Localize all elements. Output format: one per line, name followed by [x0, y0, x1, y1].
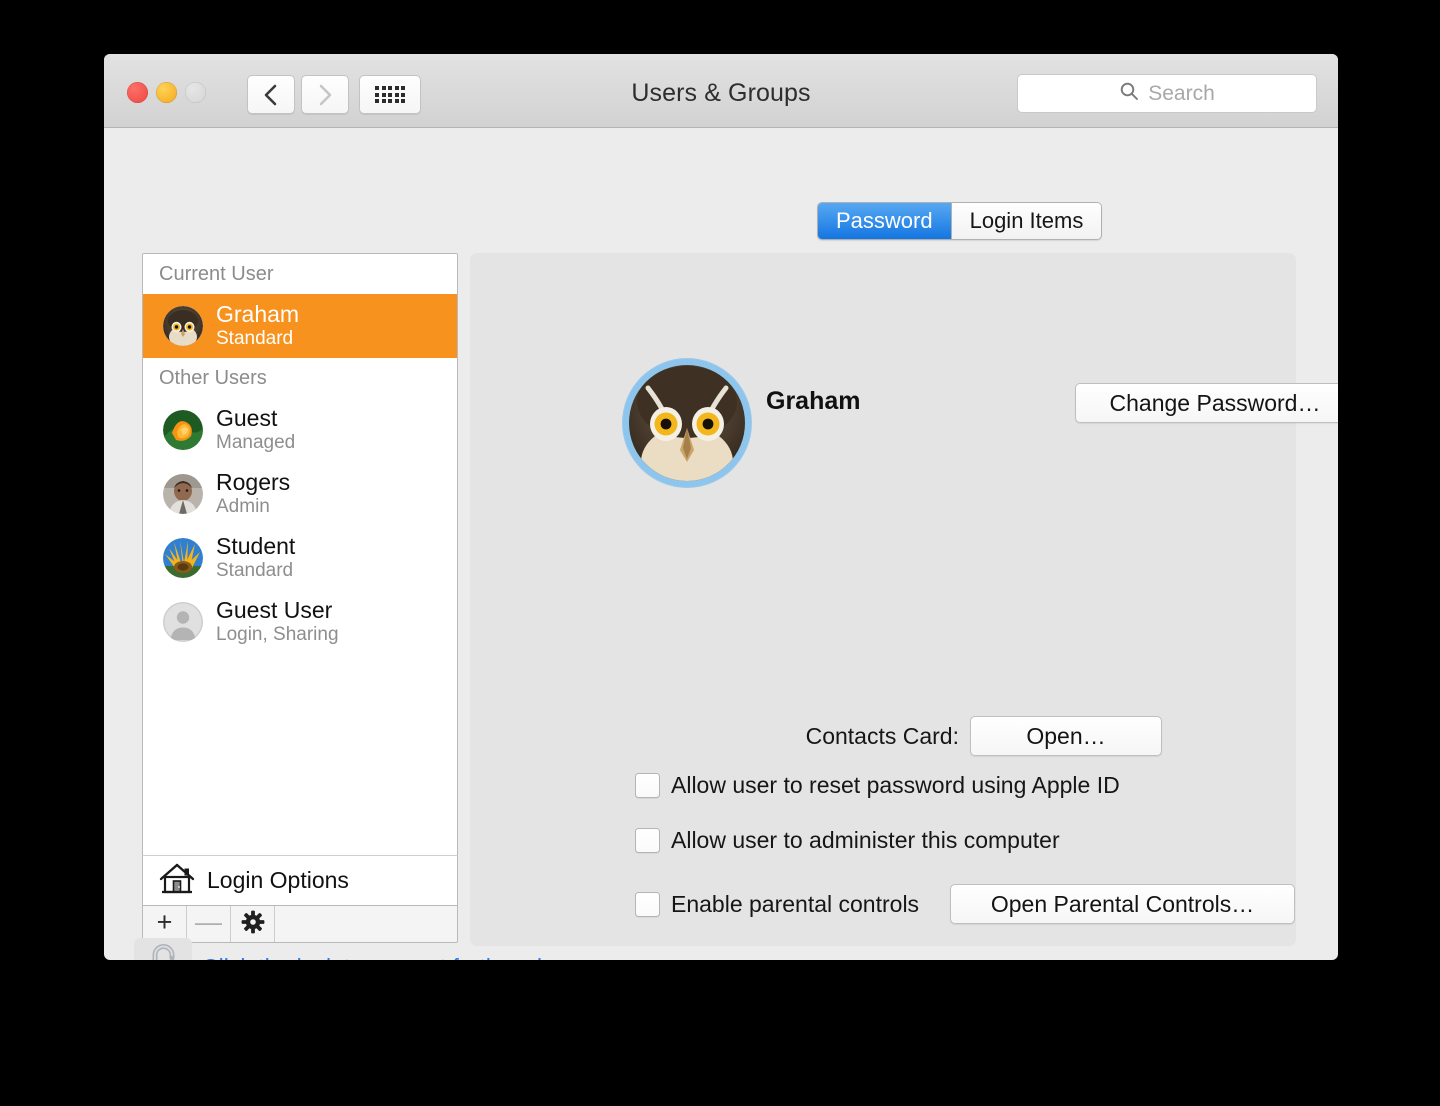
contacts-card-label: Contacts Card: [805, 722, 959, 749]
user-list-item-guest-user[interactable]: Guest User Login, Sharing [143, 590, 457, 654]
checkbox-administer-computer[interactable] [635, 828, 660, 853]
user-role: Standard [216, 328, 294, 350]
tab-password[interactable]: Password [818, 203, 951, 239]
tab-login-items[interactable]: Login Items [950, 203, 1102, 239]
checkbox-label: Allow user to reset password using Apple… [671, 772, 1120, 798]
user-list-item-guest[interactable]: Guest Managed [143, 398, 457, 462]
checkbox-reset-password-apple-id[interactable] [635, 773, 660, 798]
user-list-item-graham[interactable]: Graham Standard [143, 294, 457, 358]
system-preferences-window: Users & Groups Search Current User Graha… [104, 54, 1338, 960]
preference-pane-body: Current User Graham Standard Other Users… [104, 128, 1338, 960]
checkbox-row-parental-controls: Enable parental controls Open Parental C… [635, 884, 1296, 924]
minus-icon: — [195, 907, 222, 937]
lock-button[interactable] [134, 938, 192, 960]
group-heading-other-users: Other Users [143, 358, 457, 398]
user-list-item-student[interactable]: Student Standard [143, 526, 457, 590]
user-info: Rogers Admin [216, 469, 291, 518]
password-settings-panel: Password Login Items Graham Change Passw… [470, 202, 1338, 946]
checkbox-row-reset-password: Allow user to reset password using Apple… [635, 772, 1120, 799]
owl-avatar [163, 306, 203, 346]
open-contacts-card-button[interactable]: Open… [970, 716, 1162, 756]
user-info: Graham Standard [216, 301, 300, 350]
user-role: Login, Sharing [216, 624, 339, 646]
add-user-button[interactable]: + [143, 906, 187, 942]
generic-person-avatar [163, 602, 203, 642]
tab-bar: Password Login Items [817, 202, 1103, 240]
user-role: Admin [216, 496, 270, 518]
login-options-label: Login Options [207, 867, 349, 893]
checkbox-enable-parental-controls[interactable] [635, 891, 660, 917]
login-options-row[interactable]: Login Options [142, 855, 458, 905]
user-list[interactable]: Current User Graham Standard Other Users… [142, 253, 458, 888]
poppy-flower-avatar [163, 410, 203, 450]
change-password-button[interactable]: Change Password… [1075, 383, 1338, 423]
window-titlebar: Users & Groups Search [104, 54, 1338, 128]
photo-portrait-avatar [163, 474, 203, 514]
user-name: Guest [216, 405, 278, 432]
group-heading-current-user: Current User [143, 254, 457, 294]
current-user-name: Graham [766, 387, 861, 415]
user-list-toolbar: + — [142, 905, 458, 943]
user-info: Guest User Login, Sharing [216, 597, 339, 646]
user-role: Standard [216, 560, 294, 582]
user-name: Student [216, 533, 296, 560]
checkbox-row-administer: Allow user to administer this computer [635, 827, 1060, 854]
checkbox-label: Enable parental controls [671, 890, 920, 917]
search-icon [1119, 81, 1139, 106]
user-name: Guest User [216, 597, 333, 624]
user-settings-button[interactable] [231, 906, 275, 942]
home-icon [159, 862, 195, 899]
lock-status-text[interactable]: Click the lock to prevent further change… [202, 954, 619, 960]
user-name: Rogers [216, 469, 291, 496]
plus-icon: + [156, 907, 173, 937]
remove-user-button[interactable]: — [187, 906, 231, 942]
checkbox-label: Allow user to administer this computer [671, 827, 1060, 853]
user-role: Managed [216, 432, 296, 454]
search-input[interactable]: Search [1017, 74, 1317, 113]
current-user-avatar[interactable] [622, 358, 752, 488]
search-placeholder: Search [1148, 81, 1215, 105]
open-parental-controls-button[interactable]: Open Parental Controls… [950, 884, 1296, 924]
sunflower-avatar [163, 538, 203, 578]
gear-icon [241, 910, 265, 939]
contacts-card-row: Contacts Card: Open… [470, 716, 1162, 756]
user-name: Graham [216, 301, 300, 328]
user-info: Guest Managed [216, 405, 296, 454]
user-list-item-rogers[interactable]: Rogers Admin [143, 462, 457, 526]
user-info: Student Standard [216, 533, 296, 582]
unlocked-padlock-icon [142, 942, 184, 960]
